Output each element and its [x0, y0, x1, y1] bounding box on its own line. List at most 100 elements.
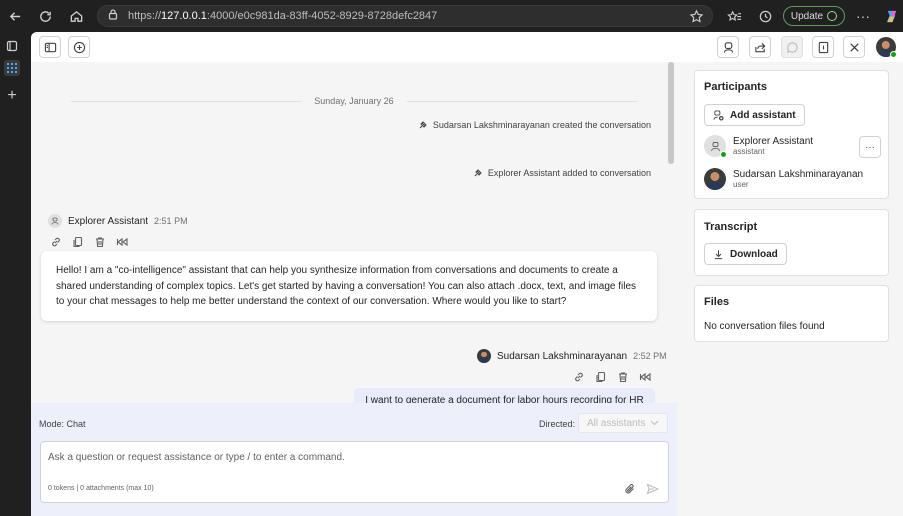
- plug-icon: [419, 121, 427, 129]
- tab-actions-icon[interactable]: [4, 38, 20, 54]
- user-message-header: Sudarsan Lakshminarayanan 2:52 PM: [477, 349, 667, 363]
- system-message: Sudarsan Lakshminarayanan created the co…: [418, 120, 651, 130]
- download-label: Download: [730, 248, 778, 260]
- assistant-message-actions: [49, 235, 129, 249]
- attach-icon[interactable]: [624, 482, 636, 500]
- assistant-name: Explorer Assistant: [68, 215, 149, 227]
- mode-label: Mode: Chat: [39, 419, 86, 429]
- copy-link-icon[interactable]: [572, 370, 586, 384]
- copy-icon[interactable]: [71, 235, 85, 249]
- update-badge-icon: [827, 11, 838, 21]
- files-card: Files No conversation files found: [694, 285, 889, 342]
- user-message-time: 2:52 PM: [633, 351, 667, 361]
- plug-icon: [474, 169, 482, 177]
- user-message-avatar: [477, 349, 491, 363]
- share-icon: [754, 42, 765, 52]
- url-host: 127.0.0.1: [161, 10, 207, 22]
- participant-name: Explorer Assistant: [733, 136, 814, 147]
- participant-role: user: [733, 180, 749, 189]
- delete-icon[interactable]: [616, 370, 630, 384]
- participant-item[interactable]: Explorer Assistant assistant: [704, 135, 814, 158]
- refresh-icon[interactable]: [35, 6, 55, 26]
- files-title: Files: [704, 296, 730, 308]
- chat-history[interactable]: Sunday, January 26 Sudarsan Lakshminaray…: [31, 62, 677, 412]
- update-button[interactable]: Update: [783, 6, 845, 26]
- transcript-card: Transcript Download: [694, 209, 889, 276]
- chat-bubble-icon: [786, 41, 798, 53]
- conversation-side-panel: Participants Add assistant Explorer Assi…: [684, 62, 903, 516]
- chevron-down-icon: [650, 420, 659, 426]
- favorites-icon[interactable]: [724, 6, 744, 26]
- add-assistant-button[interactable]: Add assistant: [704, 104, 805, 126]
- app-topbar: [31, 32, 903, 62]
- history-icon[interactable]: [755, 6, 775, 26]
- app-window: Sunday, January 26 Sudarsan Lakshminaray…: [31, 32, 903, 516]
- date-divider: Sunday, January 26: [31, 96, 677, 106]
- directed-select[interactable]: All assistants: [578, 413, 668, 433]
- url-path: :4000/e0c981da-83ff-4052-8929-8728defc28…: [206, 10, 438, 22]
- browser-vertical-tabs: +: [0, 32, 24, 516]
- message-input-placeholder: Ask a question or request assistance or …: [48, 452, 345, 463]
- composer: Mode: Chat Directed: All assistants Ask …: [31, 403, 677, 516]
- delete-icon[interactable]: [93, 235, 107, 249]
- update-label: Update: [790, 10, 824, 22]
- toggle-sidebar-button[interactable]: [39, 36, 61, 58]
- info-icon: [818, 41, 828, 53]
- directed-value: All assistants: [587, 417, 646, 429]
- rewind-icon[interactable]: [115, 235, 129, 249]
- info-panel-button[interactable]: [812, 36, 834, 58]
- online-status-icon: [720, 151, 727, 158]
- chat-scrollbar[interactable]: [668, 62, 674, 164]
- assistant-avatar-icon: [704, 135, 727, 158]
- home-icon[interactable]: [66, 6, 86, 26]
- close-button[interactable]: [843, 36, 865, 58]
- download-icon: [714, 249, 723, 259]
- system-message: Explorer Assistant added to conversation: [473, 168, 651, 178]
- participants-title: Participants: [704, 81, 767, 93]
- share-button[interactable]: [749, 36, 771, 58]
- token-count: 0 tokens | 0 attachments (max 10): [48, 485, 154, 492]
- url-prefix: https://: [128, 10, 162, 22]
- add-assistant-label: Add assistant: [730, 109, 796, 121]
- participant-item[interactable]: Sudarsan Lakshminarayanan user: [704, 168, 863, 190]
- close-icon: [849, 42, 859, 52]
- more-menu-icon[interactable]: ···: [853, 6, 873, 26]
- add-chat-icon: [73, 41, 85, 53]
- copy-link-icon[interactable]: [49, 235, 63, 249]
- add-assistant-icon: [713, 109, 724, 121]
- assistant-message-time: 2:51 PM: [154, 216, 188, 226]
- participant-role: assistant: [733, 147, 765, 156]
- participant-more-button[interactable]: ···: [859, 136, 881, 158]
- copilot-icon[interactable]: [881, 6, 901, 26]
- back-icon[interactable]: [5, 6, 25, 26]
- new-conversation-button[interactable]: [68, 36, 90, 58]
- online-status-icon: [890, 51, 897, 58]
- rewind-icon[interactable]: [638, 370, 652, 384]
- tab-favicon-icon[interactable]: [4, 60, 20, 76]
- new-tab-icon[interactable]: +: [4, 87, 20, 104]
- assistant-avatar-icon: [48, 214, 62, 228]
- directed-label: Directed:: [539, 419, 576, 429]
- assistant-message-bubble: Hello! I am a "co-intelligence" assistan…: [41, 251, 657, 321]
- copy-icon[interactable]: [594, 370, 608, 384]
- participant-avatar: [704, 168, 726, 190]
- system-message-text: Explorer Assistant added to conversation: [487, 168, 651, 178]
- chat-status-button[interactable]: [781, 36, 803, 58]
- sidebar-icon: [44, 42, 56, 52]
- favorite-star-icon[interactable]: [686, 6, 706, 26]
- message-input[interactable]: Ask a question or request assistance or …: [40, 441, 669, 503]
- address-bar[interactable]: https://127.0.0.1:4000/e0c981da-83ff-405…: [97, 5, 713, 27]
- assistant-message-header: Explorer Assistant 2:51 PM: [48, 214, 188, 228]
- browser-toolbar: https://127.0.0.1:4000/e0c981da-83ff-405…: [0, 0, 903, 32]
- participants-card: Participants Add assistant Explorer Assi…: [694, 70, 889, 199]
- user-name: Sudarsan Lakshminarayanan: [497, 350, 628, 362]
- transcript-title: Transcript: [704, 221, 758, 233]
- participants-button[interactable]: [717, 36, 739, 58]
- files-empty-message: No conversation files found: [704, 321, 825, 332]
- lock-icon: [108, 9, 118, 23]
- send-icon[interactable]: [646, 482, 660, 500]
- participant-name: Sudarsan Lakshminarayanan: [733, 169, 864, 180]
- assistant-icon: [723, 41, 733, 53]
- download-button[interactable]: Download: [704, 243, 787, 265]
- user-message-actions: [572, 370, 652, 384]
